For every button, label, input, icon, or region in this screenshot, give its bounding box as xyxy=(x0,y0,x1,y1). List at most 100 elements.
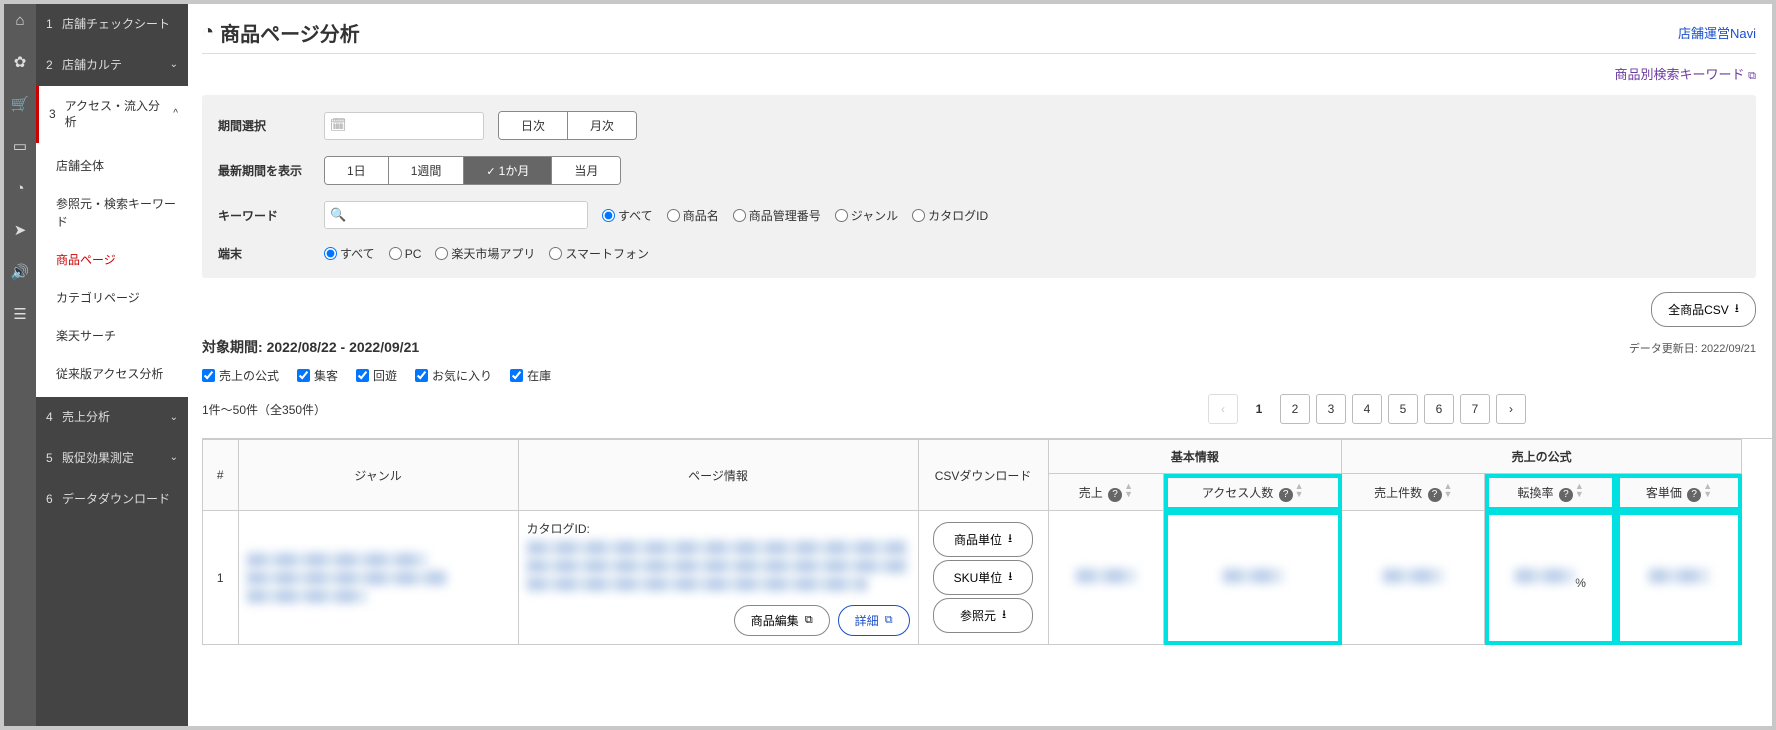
pager-7[interactable]: 7 xyxy=(1460,394,1490,424)
th-price[interactable]: 客単価 ?▲▼ xyxy=(1616,474,1741,511)
keyword-link[interactable]: 商品別検索キーワード ⧉ xyxy=(1615,67,1757,82)
chevron-down-icon: ⌄ xyxy=(170,451,178,465)
sidebar-submenu: 店舗全体 参照元・検索キーワード 商品ページ カテゴリページ 楽天サーチ 従来版… xyxy=(36,143,188,397)
help-icon[interactable]: ? xyxy=(1108,488,1122,502)
check-browse[interactable]: 回遊 xyxy=(356,367,397,384)
date-input[interactable] xyxy=(324,112,484,140)
cell-sales xyxy=(1048,511,1164,645)
pager-6[interactable]: 6 xyxy=(1424,394,1454,424)
csv-all-button[interactable]: 全商品CSV ⭳ xyxy=(1651,292,1756,327)
pager-prev[interactable]: ‹ xyxy=(1208,394,1238,424)
sidebar-sub-product[interactable]: 商品ページ xyxy=(36,241,188,279)
csv-ref-button[interactable]: 参照元 ⭳ xyxy=(933,598,1033,633)
sidebar-item-checksheet[interactable]: 1 店舗チェックシート xyxy=(36,4,188,45)
kw-radio-name[interactable]: 商品名 xyxy=(667,207,719,224)
external-icon: ⧉ xyxy=(805,614,813,627)
pager-3[interactable]: 3 xyxy=(1316,394,1346,424)
kw-radio-catalog[interactable]: カタログID xyxy=(912,207,988,224)
sidebar: 1 店舗チェックシート 2 店舗カルテ ⌄ 3 アクセス・流入分析 ^ 店舗全体… xyxy=(36,4,188,726)
sidebar-item-download[interactable]: 6 データダウンロード xyxy=(36,479,188,520)
check-stock[interactable]: 在庫 xyxy=(510,367,551,384)
pager-info: 1件～50件（全350件） xyxy=(202,401,326,418)
sidebar-sub-search[interactable]: 楽天サーチ xyxy=(36,317,188,355)
freq-daily[interactable]: 日次 xyxy=(499,112,568,139)
dev-radio-all[interactable]: すべて xyxy=(324,245,375,262)
csv-product-button[interactable]: 商品単位 ⭳ xyxy=(933,522,1033,557)
help-icon[interactable]: ? xyxy=(1428,488,1442,502)
period-range: 対象期間: 2022/08/22 - 2022/09/21 xyxy=(202,337,419,357)
dev-radio-pc[interactable]: PC xyxy=(389,247,422,261)
screen-icon[interactable]: ▭ xyxy=(10,136,30,156)
recent-1d[interactable]: 1日 xyxy=(325,157,389,184)
sidebar-item-access[interactable]: 3 アクセス・流入分析 ^ xyxy=(36,86,188,144)
gear-icon[interactable]: ✿ xyxy=(10,52,30,72)
list-icon[interactable]: ☰ xyxy=(10,304,30,324)
keyword-label: キーワード xyxy=(218,207,310,224)
navi-link[interactable]: 店舗運営Navi xyxy=(1678,23,1756,42)
chevron-up-icon: ^ xyxy=(173,107,178,121)
edit-button[interactable]: 商品編集 ⧉ xyxy=(734,605,830,636)
sidebar-item-sales[interactable]: 4 売上分析 ⌄ xyxy=(36,397,188,438)
sidebar-sub-legacy[interactable]: 従来版アクセス分析 xyxy=(36,355,188,393)
icon-rail: ⌂ ✿ 🛒 ▭ ◔ ➤ 🔊 ☰ xyxy=(4,4,36,726)
cell-page: カタログID: 商品編集 ⧉ 詳細 ⧉ xyxy=(518,511,918,645)
plane-icon[interactable]: ➤ xyxy=(10,220,30,240)
cell-genre xyxy=(238,511,518,645)
kw-radio-genre[interactable]: ジャンル xyxy=(835,207,898,224)
data-table: # ジャンル ページ情報 CSVダウンロード 基本情報 売上の公式 売上 ?▲▼… xyxy=(202,438,1772,645)
sidebar-sub-referrer[interactable]: 参照元・検索キーワード xyxy=(36,185,188,241)
sidebar-sub-category[interactable]: カテゴリページ xyxy=(36,279,188,317)
chevron-down-icon: ⌄ xyxy=(170,411,178,425)
date-input-wrap: 🗓 xyxy=(324,112,484,140)
freq-monthly[interactable]: 月次 xyxy=(568,112,636,139)
th-sales[interactable]: 売上 ?▲▼ xyxy=(1048,474,1164,511)
chevron-down-icon: ⌄ xyxy=(170,58,178,72)
dev-radio-sp[interactable]: スマートフォン xyxy=(549,245,649,262)
cell-access xyxy=(1164,511,1342,645)
th-cvr[interactable]: 転換率 ?▲▼ xyxy=(1485,474,1617,511)
csv-sku-button[interactable]: SKU単位 ⭳ xyxy=(933,560,1033,595)
main-content: ◔商品ページ分析 店舗運営Navi 商品別検索キーワード ⧉ 期間選択 🗓 日次… xyxy=(188,4,1772,726)
period-label: 期間選択 xyxy=(218,117,310,134)
th-access[interactable]: アクセス人数 ?▲▼ xyxy=(1164,474,1342,511)
calendar-icon: 🗓 xyxy=(330,117,347,133)
pager-next[interactable]: › xyxy=(1496,394,1526,424)
download-icon: ⭳ xyxy=(1008,567,1012,588)
pie-icon: ◔ xyxy=(202,21,214,44)
cart-icon[interactable]: 🛒 xyxy=(10,94,30,114)
pager-4[interactable]: 4 xyxy=(1352,394,1382,424)
pager-5[interactable]: 5 xyxy=(1388,394,1418,424)
help-icon[interactable]: ? xyxy=(1559,488,1573,502)
sidebar-sub-store[interactable]: 店舗全体 xyxy=(36,147,188,185)
th-csv: CSVダウンロード xyxy=(918,440,1048,511)
external-icon: ⧉ xyxy=(1748,70,1756,82)
home-icon[interactable]: ⌂ xyxy=(10,10,30,30)
freq-toggle: 日次 月次 xyxy=(498,111,637,140)
keyword-input[interactable] xyxy=(324,201,588,229)
pager-1[interactable]: 1 xyxy=(1244,394,1274,424)
page-title: ◔商品ページ分析 xyxy=(202,18,360,47)
check-fav[interactable]: お気に入り xyxy=(415,367,492,384)
sidebar-item-promo[interactable]: 5 販促効果測定 ⌄ xyxy=(36,438,188,479)
pagination: 1件～50件（全350件） ‹ 1 2 3 4 5 6 7 › xyxy=(202,394,1772,424)
cell-csv: 商品単位 ⭳ SKU単位 ⭳ 参照元 ⭳ xyxy=(918,511,1048,645)
cell-price xyxy=(1616,511,1741,645)
kw-radio-num[interactable]: 商品管理番号 xyxy=(733,207,821,224)
chart-icon[interactable]: ◔ xyxy=(10,178,30,198)
th-page: ページ情報 xyxy=(518,440,918,511)
help-icon[interactable]: ? xyxy=(1687,488,1701,502)
dev-radio-app[interactable]: 楽天市場アプリ xyxy=(435,245,535,262)
kw-radio-all[interactable]: すべて xyxy=(602,207,653,224)
cell-cvr: % xyxy=(1485,511,1617,645)
th-orders[interactable]: 売上件数 ?▲▼ xyxy=(1342,474,1485,511)
recent-1m[interactable]: 1か月 xyxy=(464,157,552,184)
pager-2[interactable]: 2 xyxy=(1280,394,1310,424)
sidebar-item-karte[interactable]: 2 店舗カルテ ⌄ xyxy=(36,45,188,86)
detail-button[interactable]: 詳細 ⧉ xyxy=(838,605,910,636)
check-formula[interactable]: 売上の公式 xyxy=(202,367,279,384)
speaker-icon[interactable]: 🔊 xyxy=(10,262,30,282)
check-attract[interactable]: 集客 xyxy=(297,367,338,384)
recent-cur[interactable]: 当月 xyxy=(552,157,620,184)
recent-1w[interactable]: 1週間 xyxy=(389,157,465,184)
help-icon[interactable]: ? xyxy=(1279,488,1293,502)
